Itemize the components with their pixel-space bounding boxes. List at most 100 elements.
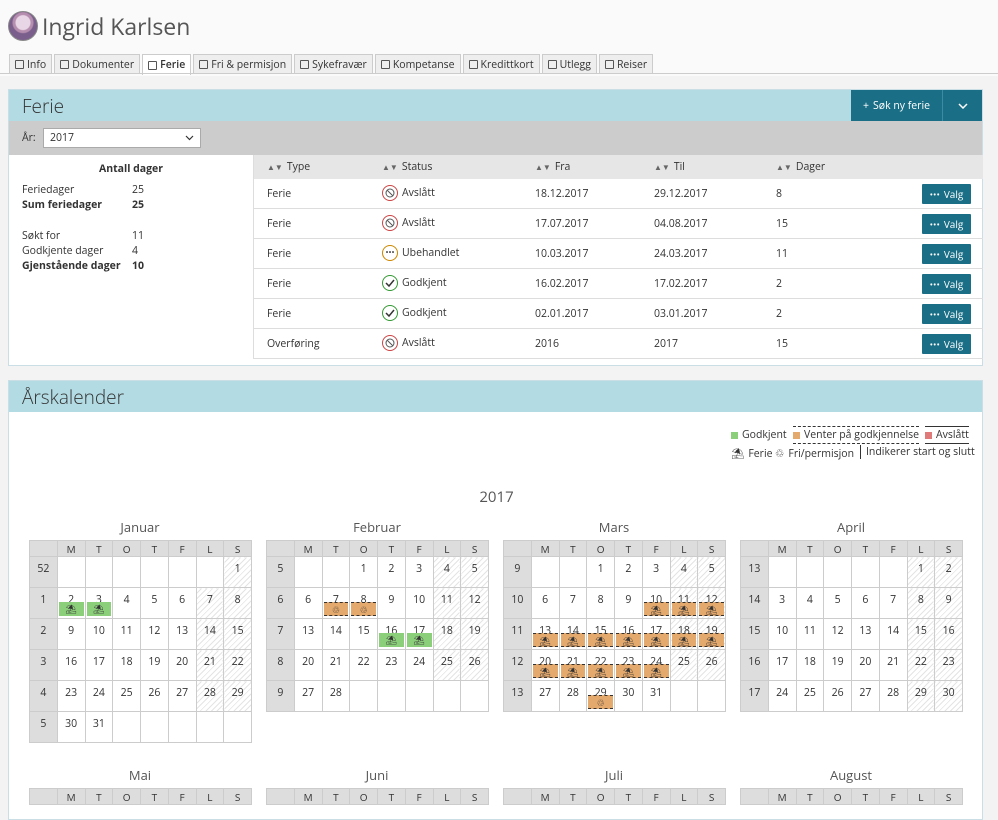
column-header-til[interactable]: ▲▼ Til [654, 160, 685, 174]
calendar-day[interactable]: 5 [823, 587, 852, 619]
calendar-day[interactable]: 21 ⛱ [558, 649, 588, 681]
calendar-day[interactable]: 6 [167, 587, 197, 619]
options-button[interactable]: ••• Valg [922, 334, 971, 354]
calendar-day[interactable]: 16 ⛱ [614, 618, 643, 650]
calendar-day[interactable]: 1 [906, 556, 936, 588]
calendar-day[interactable]: 7 [558, 587, 588, 619]
calendar-day[interactable] [823, 556, 852, 588]
calendar-day[interactable]: 2 ⛱ [56, 587, 86, 619]
calendar-day[interactable]: 4 [795, 587, 825, 619]
calendar-day[interactable]: 27 [530, 680, 560, 712]
calendar-day[interactable]: 11 [795, 618, 825, 650]
calendar-day[interactable]: 26 [140, 680, 169, 712]
calendar-day[interactable]: 10 [767, 618, 797, 650]
calendar-day[interactable]: 22 [223, 649, 252, 681]
calendar-day[interactable] [167, 711, 197, 743]
calendar-day[interactable]: 28 [321, 680, 351, 712]
calendar-day[interactable]: 8 [586, 587, 615, 619]
calendar-day[interactable]: 2 [934, 556, 963, 588]
calendar-day[interactable]: 22 [349, 649, 378, 681]
calendar-day[interactable]: 9 [934, 587, 963, 619]
calendar-day[interactable]: 19 [823, 649, 852, 681]
calendar-day[interactable]: 21 [195, 649, 225, 681]
calendar-day[interactable] [293, 556, 323, 588]
column-header-fra[interactable]: ▲▼ Fra [535, 160, 570, 174]
options-button[interactable]: ••• Valg [922, 304, 971, 324]
calendar-day[interactable]: 26 [697, 649, 726, 681]
calendar-day[interactable]: 25 [112, 680, 141, 712]
tab-fri-permisjon[interactable]: Fri & permisjon [193, 54, 293, 74]
calendar-day[interactable]: 15 ⛱ [586, 618, 615, 650]
calendar-day[interactable]: 29 [223, 680, 252, 712]
calendar-day[interactable]: 20 [293, 649, 323, 681]
calendar-day[interactable]: 2 [614, 556, 643, 588]
calendar-day[interactable]: 23 [934, 649, 963, 681]
calendar-day[interactable]: 9 [614, 587, 643, 619]
column-header-type[interactable]: ▲▼ Type [267, 160, 310, 174]
calendar-day[interactable] [112, 711, 141, 743]
calendar-day[interactable]: 15 [223, 618, 252, 650]
calendar-day[interactable]: 24 [404, 649, 434, 681]
calendar-day[interactable]: 12 ⛱ [697, 587, 726, 619]
calendar-day[interactable]: 27 [167, 680, 197, 712]
calendar-day[interactable]: 23 [56, 680, 86, 712]
new-vacation-button[interactable]: + Søk ny ferie [851, 90, 942, 121]
calendar-day[interactable]: 18 [112, 649, 141, 681]
calendar-day[interactable]: 3 [641, 556, 671, 588]
calendar-day[interactable] [530, 556, 560, 588]
calendar-day[interactable]: 10 [84, 618, 114, 650]
calendar-day[interactable]: 12 [823, 618, 852, 650]
calendar-day[interactable] [195, 556, 225, 588]
calendar-day[interactable] [84, 556, 114, 588]
calendar-day[interactable]: 13 ⛱ [530, 618, 560, 650]
calendar-day[interactable]: 17 [767, 649, 797, 681]
calendar-day[interactable]: 28 [878, 680, 908, 712]
calendar-day[interactable]: 8 [906, 587, 936, 619]
calendar-day[interactable]: 30 [934, 680, 963, 712]
tab-dokumenter[interactable]: Dokumenter [54, 54, 141, 74]
year-select[interactable]: 2017 [43, 128, 201, 148]
options-button[interactable]: ••• Valg [922, 274, 971, 294]
calendar-day[interactable]: 3 ⛱ [84, 587, 114, 619]
calendar-day[interactable] [195, 711, 225, 743]
calendar-day[interactable]: 24 [84, 680, 114, 712]
calendar-day[interactable]: 11 ⛱ [669, 587, 699, 619]
calendar-day[interactable]: 13 [851, 618, 880, 650]
calendar-day[interactable] [56, 556, 86, 588]
calendar-day[interactable]: 26 [823, 680, 852, 712]
calendar-day[interactable]: 11 [112, 618, 141, 650]
calendar-day[interactable]: 17 ⛱ [641, 618, 671, 650]
calendar-day[interactable]: 14 [321, 618, 351, 650]
tab-reiser[interactable]: Reiser [598, 54, 654, 74]
calendar-day[interactable]: 8 ♲ [349, 587, 378, 619]
calendar-day[interactable]: 21 [878, 649, 908, 681]
calendar-day[interactable]: 29 ♲ [586, 680, 615, 712]
column-header-status[interactable]: ▲▼ Status [382, 160, 432, 174]
calendar-day[interactable]: 15 [349, 618, 378, 650]
calendar-day[interactable]: 28 [558, 680, 588, 712]
calendar-day[interactable]: 25 [795, 680, 825, 712]
calendar-day[interactable]: 10 ⛱ [641, 587, 671, 619]
calendar-day[interactable]: 11 [432, 587, 462, 619]
options-button[interactable]: ••• Valg [922, 244, 971, 264]
tab-ferie[interactable]: Ferie [142, 54, 192, 75]
calendar-day[interactable]: 10 [404, 587, 434, 619]
calendar-day[interactable]: 3 [767, 587, 797, 619]
calendar-day[interactable]: 14 [195, 618, 225, 650]
calendar-day[interactable] [460, 680, 489, 712]
calendar-day[interactable]: 7 [195, 587, 225, 619]
calendar-day[interactable]: 1 [223, 556, 252, 588]
calendar-day[interactable]: 5 [460, 556, 489, 588]
calendar-day[interactable]: 28 [195, 680, 225, 712]
calendar-day[interactable]: 18 [795, 649, 825, 681]
calendar-day[interactable]: 23 [377, 649, 406, 681]
calendar-day[interactable] [669, 680, 699, 712]
calendar-day[interactable]: 5 [140, 587, 169, 619]
calendar-day[interactable]: 20 [851, 649, 880, 681]
calendar-day[interactable]: 6 [530, 587, 560, 619]
calendar-day[interactable]: 29 [906, 680, 936, 712]
tab-kompetanse[interactable]: Kompetanse [374, 54, 461, 74]
calendar-day[interactable] [377, 680, 406, 712]
calendar-day[interactable] [404, 680, 434, 712]
calendar-day[interactable] [767, 556, 797, 588]
